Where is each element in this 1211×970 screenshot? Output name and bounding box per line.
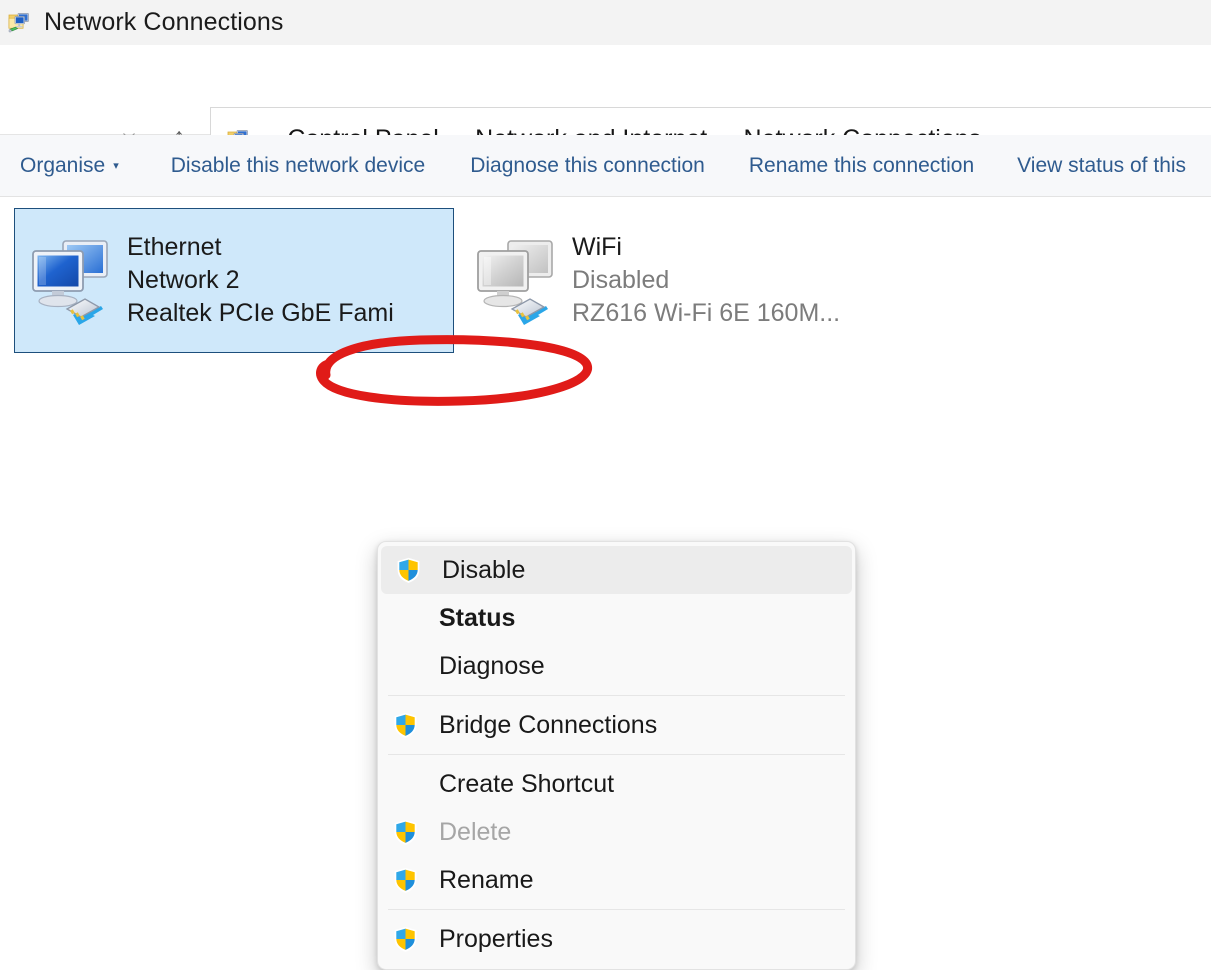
- context-menu-item-rename[interactable]: Rename: [378, 856, 855, 904]
- connection-status: Disabled: [572, 266, 670, 294]
- diagnose-this-connection-button[interactable]: Diagnose this connection: [470, 154, 705, 178]
- rename-this-connection-button[interactable]: Rename this connection: [749, 154, 974, 178]
- network-adapter-disabled-icon: [472, 231, 560, 331]
- chevron-down-icon[interactable]: ▾: [113, 159, 119, 172]
- uac-shield-icon: [392, 819, 419, 846]
- context-menu-item-delete: Delete: [378, 808, 855, 856]
- connection-labels: Ethernet Network 2 Realtek PCIe GbE Fami: [127, 233, 394, 328]
- navigation-bar: ← → ↑ › Control Panel ›: [0, 45, 1211, 172]
- connection-tile-ethernet[interactable]: Ethernet Network 2 Realtek PCIe GbE Fami: [14, 208, 454, 353]
- connections-list: Ethernet Network 2 Realtek PCIe GbE Fami: [0, 197, 1211, 970]
- context-menu-label: Properties: [439, 924, 553, 953]
- context-menu-label: Disable: [442, 555, 526, 584]
- disable-this-network-device-button[interactable]: Disable this network device: [171, 154, 425, 178]
- context-menu-item-properties[interactable]: Properties: [378, 915, 855, 963]
- uac-shield-icon: [395, 557, 422, 584]
- context-menu-label: Create Shortcut: [439, 769, 615, 798]
- context-menu-item-bridge-connections[interactable]: Bridge Connections: [378, 701, 855, 749]
- menu-separator: [388, 909, 845, 910]
- connection-status: Network 2: [127, 266, 240, 294]
- context-menu-label: Diagnose: [439, 651, 545, 680]
- connection-name: Ethernet: [127, 233, 222, 261]
- menu-icon-spacer: [392, 771, 419, 798]
- uac-shield-icon: [392, 712, 419, 739]
- context-menu-item-disable[interactable]: Disable: [381, 546, 852, 594]
- view-status-of-this-connection-button[interactable]: View status of this: [1017, 154, 1186, 178]
- context-menu: Disable Status Diagnose Bridge Connectio…: [377, 541, 856, 970]
- connection-tile-wifi[interactable]: WiFi Disabled RZ616 Wi-Fi 6E 160M...: [460, 208, 900, 353]
- context-menu-label: Delete: [439, 817, 512, 846]
- uac-shield-icon: [392, 926, 419, 953]
- title-bar: Network Connections: [0, 0, 1211, 45]
- network-adapter-icon: [27, 231, 115, 331]
- context-menu-item-create-shortcut[interactable]: Create Shortcut: [378, 760, 855, 808]
- connection-labels: WiFi Disabled RZ616 Wi-Fi 6E 160M...: [572, 233, 840, 328]
- organise-menu-button[interactable]: Organise: [20, 154, 105, 178]
- menu-separator: [388, 695, 845, 696]
- connection-name: WiFi: [572, 233, 622, 261]
- context-menu-label: Rename: [439, 865, 534, 894]
- connection-device-name: Realtek PCIe GbE Fami: [127, 299, 394, 327]
- command-bar: Organise ▾ Disable this network device D…: [0, 135, 1211, 197]
- menu-icon-spacer: [392, 653, 419, 680]
- context-menu-label: Bridge Connections: [439, 710, 658, 739]
- context-menu-label: Status: [439, 603, 516, 632]
- context-menu-item-diagnose[interactable]: Diagnose: [378, 642, 855, 690]
- context-menu-item-status[interactable]: Status: [378, 594, 855, 642]
- window-title: Network Connections: [44, 8, 284, 36]
- menu-icon-spacer: [392, 605, 419, 632]
- connection-device-name: RZ616 Wi-Fi 6E 160M...: [572, 299, 841, 327]
- menu-separator: [388, 754, 845, 755]
- uac-shield-icon: [392, 867, 419, 894]
- network-connections-folder-icon: [8, 10, 34, 36]
